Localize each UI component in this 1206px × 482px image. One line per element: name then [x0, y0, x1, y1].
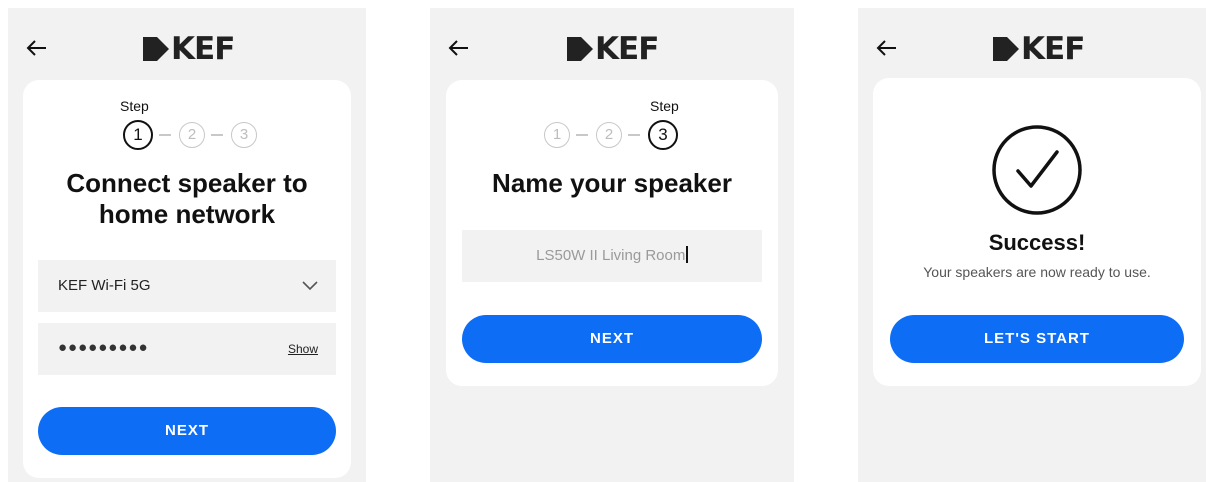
- back-arrow-icon[interactable]: [446, 38, 470, 58]
- page-title: Connect speaker to home network: [66, 168, 308, 229]
- kef-logo: KEF: [143, 31, 235, 67]
- kef-logo: KEF: [993, 31, 1085, 67]
- logo-text: KEF: [171, 31, 235, 67]
- success-title: Success!: [988, 230, 1086, 255]
- screen-connect-network: KEF Step 1 2 3 Connect speaker to home n…: [8, 8, 366, 482]
- next-button[interactable]: NEXT: [462, 315, 762, 363]
- password-value: ●●●●●●●●●: [58, 339, 149, 356]
- step-3: 3: [648, 120, 678, 150]
- password-field[interactable]: ●●●●●●●●● Show: [38, 323, 336, 375]
- speaker-name-input[interactable]: LS50W II Living Room: [462, 230, 762, 282]
- kef-logo-mark-icon: [143, 37, 169, 61]
- text-cursor: [686, 246, 688, 263]
- logo-text: KEF: [1021, 31, 1085, 67]
- kef-logo-mark-icon: [993, 37, 1019, 61]
- step-indicator: 1 2 3: [123, 120, 263, 152]
- speaker-name-value: LS50W II Living Room: [536, 247, 686, 264]
- step-1: 1: [544, 122, 570, 148]
- screen-name-speaker: KEF Step 1 2 3 Name your speaker LS50W I…: [430, 8, 794, 482]
- step-divider: [211, 134, 223, 136]
- network-select[interactable]: KEF Wi-Fi 5G: [38, 260, 336, 312]
- chevron-down-icon: [302, 281, 318, 291]
- success-card: Success! Your speakers are now ready to …: [873, 78, 1201, 386]
- lets-start-button[interactable]: LET'S START: [890, 315, 1184, 363]
- kef-logo-mark-icon: [567, 37, 593, 61]
- step-2: 2: [179, 122, 205, 148]
- setup-card: Step 1 2 3 Name your speaker LS50W II Li…: [446, 80, 778, 386]
- next-button[interactable]: NEXT: [38, 407, 336, 455]
- step-divider: [159, 134, 171, 136]
- step-divider: [576, 134, 588, 136]
- show-password-link[interactable]: Show: [288, 342, 318, 356]
- checkmark-circle-icon: [992, 125, 1082, 215]
- back-arrow-icon[interactable]: [24, 38, 48, 58]
- step-2: 2: [596, 122, 622, 148]
- step-divider: [628, 134, 640, 136]
- screen-success: KEF Success! Your speakers are now ready…: [858, 8, 1206, 482]
- network-value: KEF Wi-Fi 5G: [58, 277, 151, 294]
- step-3: 3: [231, 122, 257, 148]
- step-indicator: 1 2 3: [544, 120, 684, 152]
- kef-logo: KEF: [567, 31, 659, 67]
- setup-card: Step 1 2 3 Connect speaker to home netwo…: [23, 80, 351, 478]
- page-title: Name your speaker: [492, 168, 732, 198]
- success-subtitle: Your speakers are now ready to use.: [923, 264, 1151, 280]
- step-label: Step: [650, 98, 679, 114]
- logo-text: KEF: [595, 31, 659, 67]
- step-label: Step: [120, 98, 149, 114]
- back-arrow-icon[interactable]: [874, 38, 898, 58]
- step-1: 1: [123, 120, 153, 150]
